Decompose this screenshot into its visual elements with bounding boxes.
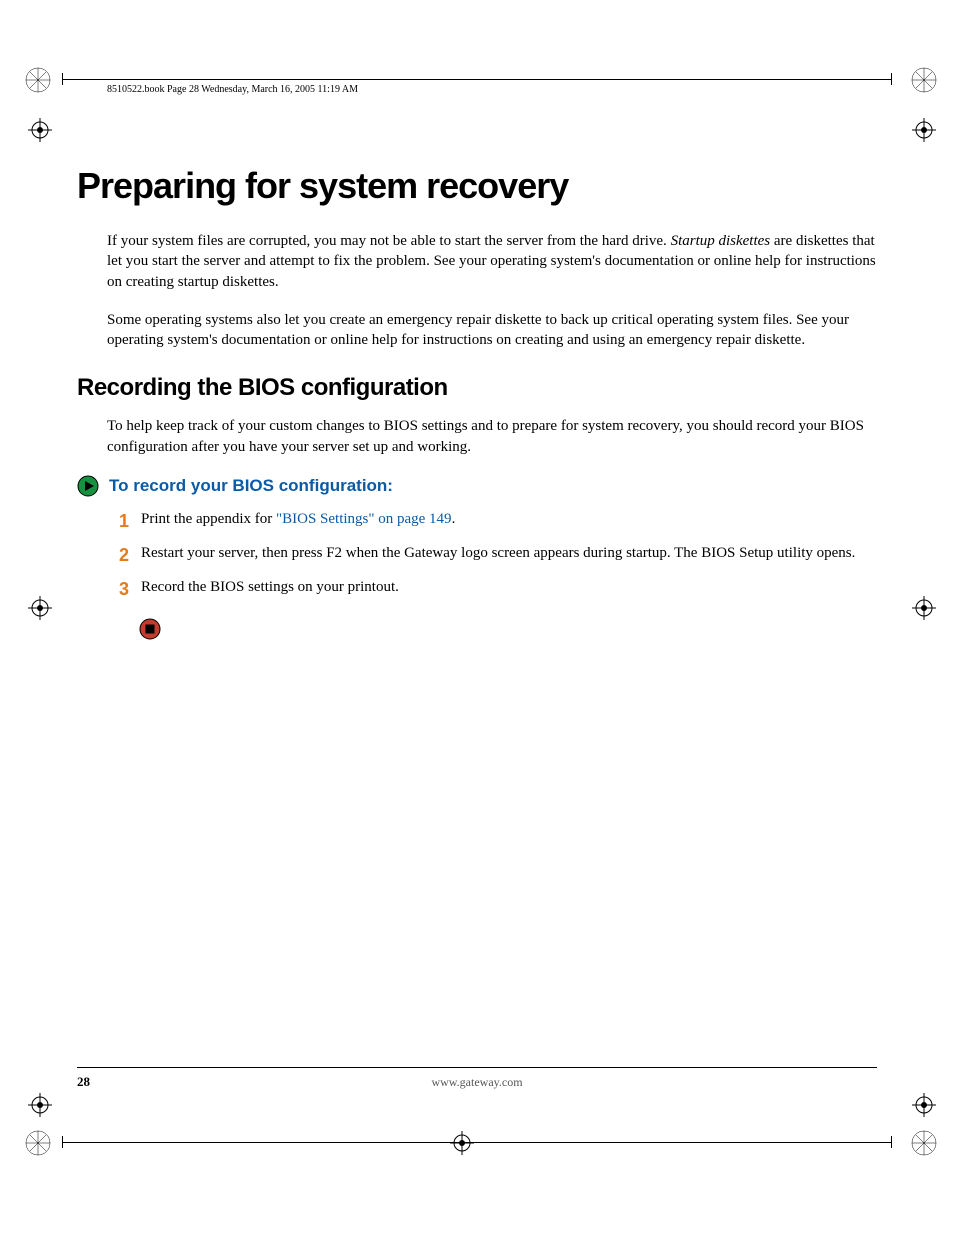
- italic-term: Startup diskettes: [671, 233, 771, 249]
- register-mark-icon: [912, 1093, 936, 1117]
- page-frame: 8510522.book Page 28 Wednesday, March 16…: [77, 79, 877, 1115]
- step-number: 3: [115, 577, 129, 601]
- text: .: [452, 511, 456, 527]
- step-text: Print the appendix for "BIOS Settings" o…: [141, 509, 877, 533]
- cross-reference-link[interactable]: "BIOS Settings" on page 149: [276, 511, 452, 527]
- step-number: 1: [115, 509, 129, 533]
- text: when the Gateway logo screen appears dur…: [342, 545, 855, 561]
- keycap: F2: [326, 545, 342, 561]
- list-item: 2 Restart your server, then press F2 whe…: [115, 543, 877, 567]
- body-paragraph: If your system files are corrupted, you …: [107, 231, 877, 292]
- step-list: 1 Print the appendix for "BIOS Settings"…: [115, 509, 877, 602]
- procedure-heading: To record your BIOS configuration:: [77, 475, 877, 497]
- list-item: 1 Print the appendix for "BIOS Settings"…: [115, 509, 877, 533]
- list-item: 3 Record the BIOS settings on your print…: [115, 577, 877, 601]
- section-heading: Recording the BIOS configuration: [77, 374, 877, 402]
- page-number: 28: [77, 1074, 90, 1090]
- step-number: 2: [115, 543, 129, 567]
- rosette-icon: [910, 66, 938, 94]
- running-head: 8510522.book Page 28 Wednesday, March 16…: [107, 79, 877, 105]
- text: Restart your server, then press: [141, 545, 326, 561]
- body-paragraph: Some operating systems also let you crea…: [107, 310, 877, 351]
- register-mark-icon: [450, 1131, 474, 1155]
- register-mark-icon: [28, 596, 52, 620]
- register-mark-icon: [28, 118, 52, 142]
- page-title: Preparing for system recovery: [77, 165, 877, 207]
- page-footer: 28 www.gateway.com: [77, 1067, 877, 1090]
- footer-url: www.gateway.com: [431, 1075, 522, 1090]
- stop-icon: [139, 618, 161, 640]
- body-paragraph: To help keep track of your custom change…: [107, 416, 877, 457]
- step-text: Record the BIOS settings on your printou…: [141, 577, 877, 601]
- procedure-title: To record your BIOS configuration:: [109, 476, 393, 496]
- play-icon: [77, 475, 99, 497]
- rosette-icon: [910, 1129, 938, 1157]
- register-mark-icon: [28, 1093, 52, 1117]
- text: If your system files are corrupted, you …: [107, 233, 671, 249]
- text: Print the appendix for: [141, 511, 276, 527]
- crop-line: [62, 1142, 892, 1143]
- register-mark-icon: [912, 118, 936, 142]
- rosette-icon: [24, 1129, 52, 1157]
- rosette-icon: [24, 66, 52, 94]
- step-text: Restart your server, then press F2 when …: [141, 543, 877, 567]
- register-mark-icon: [912, 596, 936, 620]
